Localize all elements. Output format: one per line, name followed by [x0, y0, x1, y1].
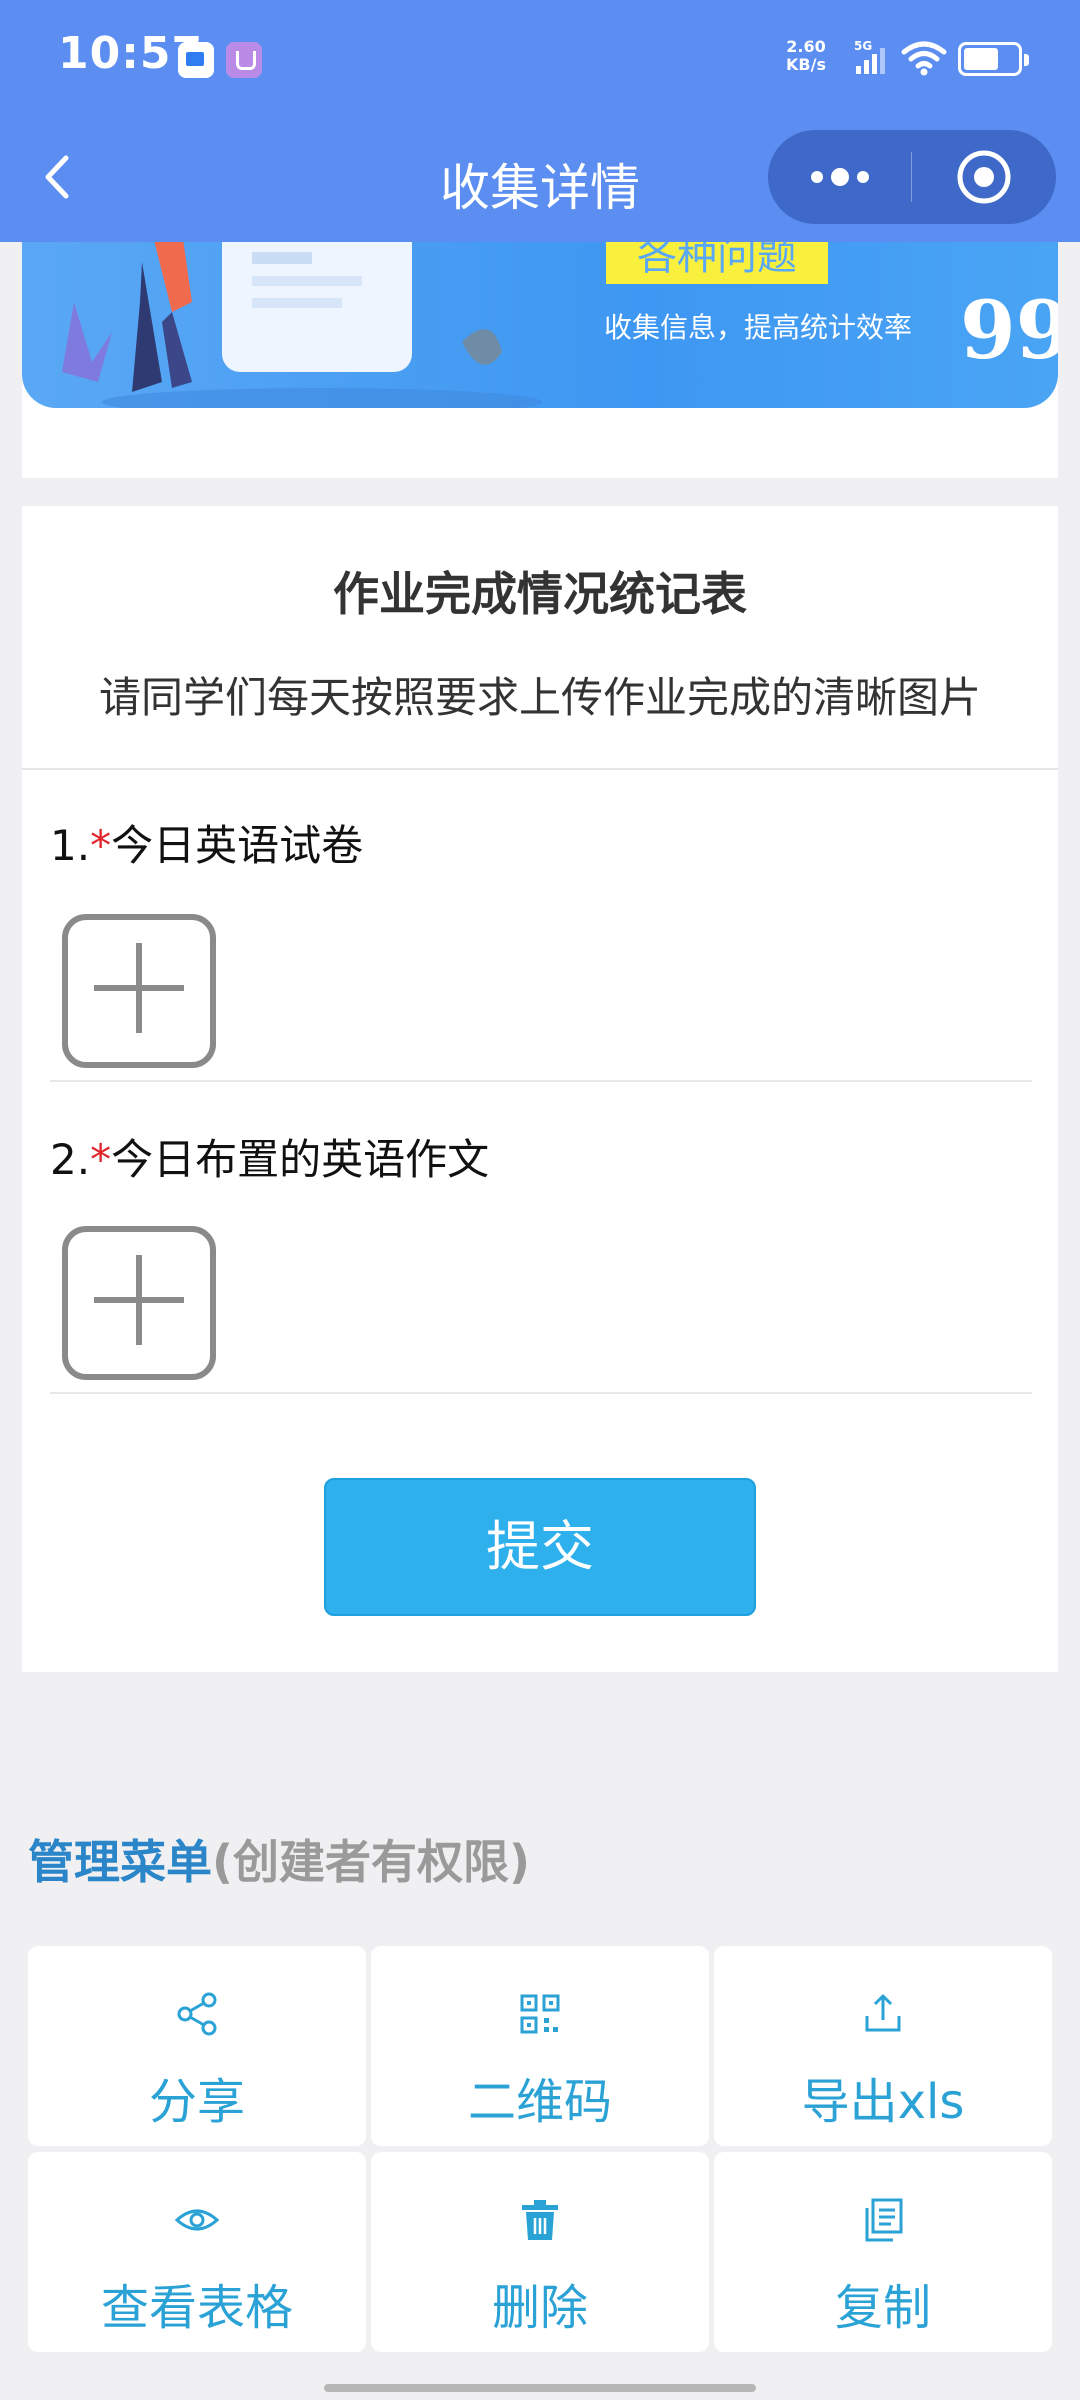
- submit-button[interactable]: 提交: [324, 1478, 756, 1616]
- menu-item-copy[interactable]: 复制: [714, 2152, 1052, 2352]
- network-type: 5G: [854, 39, 872, 53]
- form-title: 作业完成情况统记表: [333, 567, 747, 621]
- menu-item-delete[interactable]: 删除: [371, 2152, 709, 2352]
- menu-item-label: 导出xls: [801, 2074, 965, 2130]
- banner-image: 各种问题 收集信息，提高统计效率 99: [22, 242, 1058, 408]
- form-card: 作业完成情况统记表 请同学们每天按照要求上传作业完成的清晰图片 1.*今日英语试…: [22, 506, 1058, 1672]
- menu-item-label: 二维码: [467, 2074, 612, 2130]
- menu-item-label: 查看表格: [100, 2280, 293, 2336]
- menu-item-export-xls[interactable]: 导出xls: [714, 1946, 1052, 2146]
- banner-tagline: 收集信息，提高统计效率: [604, 311, 913, 344]
- more-button[interactable]: [768, 130, 911, 224]
- menu-item-share[interactable]: 分享: [28, 1946, 366, 2146]
- eye-icon: [174, 2209, 220, 2231]
- quote-mark: 99: [960, 283, 1058, 377]
- header: 10:57 2.60 KB/s 5G 收集详情: [0, 0, 1080, 242]
- app-notification-icon: [178, 42, 214, 78]
- required-mark: *: [90, 1135, 112, 1184]
- network-speed-unit: KB/s: [786, 55, 826, 74]
- banner-tag: 各种问题: [606, 242, 828, 284]
- menu-item-view-table[interactable]: 查看表格: [28, 2152, 366, 2352]
- battery-icon: [958, 42, 1029, 76]
- image-upload-button-2[interactable]: [62, 1226, 216, 1380]
- divider: [50, 1392, 1032, 1394]
- wifi-icon: [901, 41, 947, 76]
- signal-icon: 5G: [854, 39, 885, 74]
- home-indicator[interactable]: [324, 2384, 756, 2392]
- menu-title: 管理菜单: [28, 1835, 212, 1889]
- app-notification-icon-2: [226, 42, 262, 78]
- battery-level: [964, 48, 998, 70]
- target-icon: [957, 150, 1011, 204]
- menu-item-label: 删除: [491, 2280, 588, 2336]
- banner-card: 各种问题 收集信息，提高统计效率 99: [22, 242, 1058, 478]
- question-text: 今日英语试卷: [111, 821, 364, 870]
- banner-illustration: [62, 242, 542, 408]
- menu-item-label: 分享: [148, 2074, 245, 2130]
- export-icon: [865, 1994, 901, 2032]
- menu-item-qr-code[interactable]: 二维码: [371, 1946, 709, 2146]
- network-speed: 2.60 KB/s: [786, 38, 826, 74]
- question-1-label: 1.*今日英语试卷: [50, 812, 363, 873]
- qr-code-icon: [520, 1994, 560, 2034]
- menu-heading: 管理菜单(创建者有权限): [28, 1826, 530, 1892]
- question-2-label: 2.*今日布置的英语作文: [50, 1126, 489, 1187]
- required-mark: *: [90, 821, 112, 870]
- question-number: 1.: [50, 821, 91, 870]
- network-speed-value: 2.60: [786, 37, 826, 56]
- divider: [22, 768, 1058, 770]
- mini-program-capsule: [768, 130, 1056, 224]
- menu-item-label: 复制: [834, 2280, 931, 2336]
- close-mini-program-button[interactable]: [912, 130, 1056, 224]
- trash-icon: [522, 2200, 558, 2240]
- more-dots-icon: [811, 168, 869, 186]
- divider: [50, 1080, 1032, 1082]
- menu-subtitle: (创建者有权限): [212, 1835, 531, 1889]
- question-text: 今日布置的英语作文: [111, 1135, 490, 1184]
- share-icon: [177, 1992, 217, 2036]
- form-description: 请同学们每天按照要求上传作业完成的清晰图片: [98, 673, 981, 722]
- copy-icon: [865, 2198, 903, 2242]
- question-number: 2.: [50, 1135, 91, 1184]
- image-upload-button-1[interactable]: [62, 914, 216, 1068]
